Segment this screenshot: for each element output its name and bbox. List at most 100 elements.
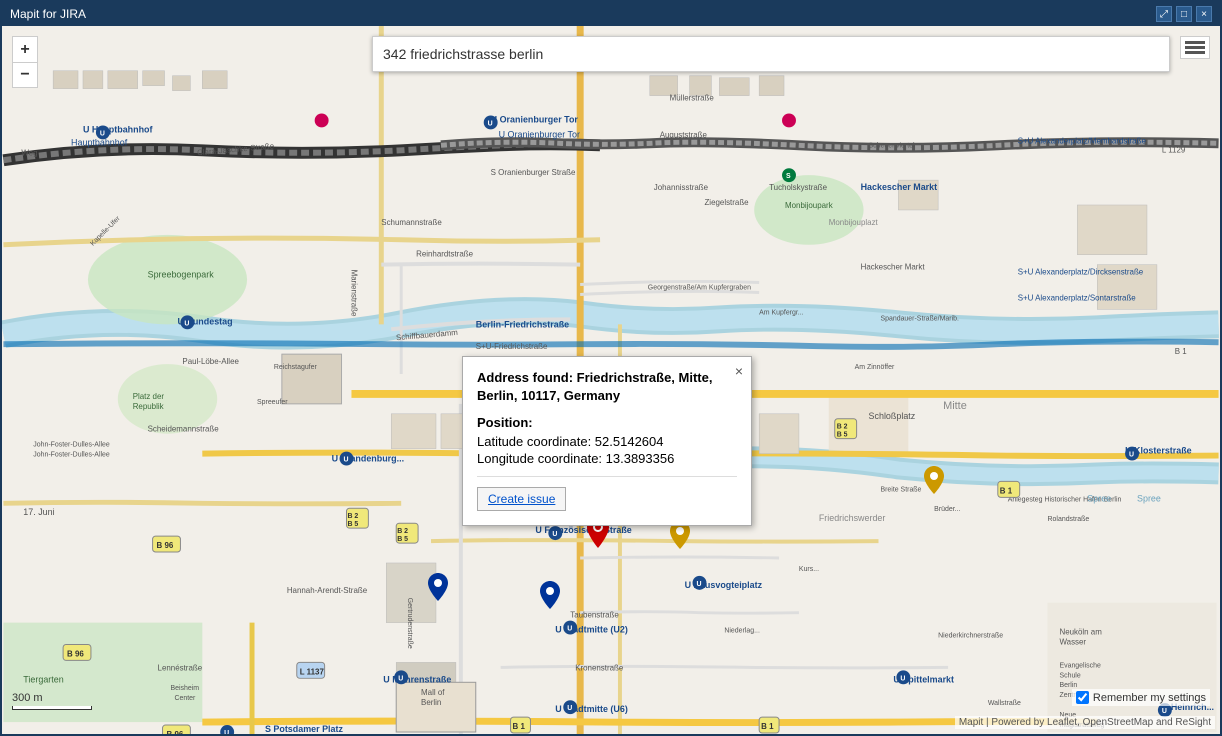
svg-text:U: U [1129,452,1134,459]
svg-text:Hauptbahnhof: Hauptbahnhof [71,137,128,147]
svg-text:Am Kupfergr...: Am Kupfergr... [759,309,804,316]
svg-text:U: U [184,320,189,327]
app-window: Mapit for JIRA ⤢ □ × Spreebogenpark Monb… [0,0,1222,736]
scale-line [12,706,92,710]
svg-text:B 5: B 5 [837,432,848,439]
svg-text:Tucholskystraße: Tucholskystraße [769,183,828,192]
svg-text:U Oranienburger Tor: U Oranienburger Tor [491,114,579,124]
svg-text:Lennéstraße: Lennéstraße [158,663,203,672]
yellow-marker-1[interactable] [924,466,944,497]
title-bar-title: Mapit for JIRA [10,7,86,21]
svg-text:Georgenstraße/Am Kupfergraben: Georgenstraße/Am Kupfergraben [648,285,751,292]
svg-text:Center: Center [174,695,196,702]
svg-text:B 1: B 1 [1000,486,1013,495]
maximize-button[interactable]: □ [1176,6,1192,22]
svg-text:U Oranienburger Tor: U Oranienburger Tor [499,129,580,139]
blue-marker-2[interactable] [540,581,560,612]
svg-text:Spreebogenpark: Spreebogenpark [148,270,215,280]
svg-text:Friedrichswerder: Friedrichswerder [819,513,886,523]
svg-text:U: U [697,581,702,588]
svg-text:Ziegelstraße: Ziegelstraße [704,198,749,207]
zoom-in-button[interactable]: + [12,36,38,62]
layer-icon-line1 [1185,41,1205,44]
svg-text:S Oranienburger Straße: S Oranienburger Straße [491,168,576,177]
svg-text:U Mohrenstraße: U Mohrenstraße [383,674,451,684]
svg-text:B 96: B 96 [67,649,84,658]
svg-text:Paul-Löbe-Allee: Paul-Löbe-Allee [182,357,239,366]
svg-text:S: S [786,173,791,180]
scale-bar: 300 m [12,692,92,710]
svg-text:Reichstagufer: Reichstagufer [274,364,318,371]
create-issue-button[interactable]: Create issue [477,487,566,511]
svg-text:U: U [900,675,905,682]
svg-text:Schumannstraße: Schumannstraße [381,218,442,227]
svg-text:L 1137: L 1137 [300,667,325,676]
svg-text:Kronenstraße: Kronenstraße [575,663,624,672]
svg-text:17. Juni: 17. Juni [23,507,54,517]
svg-text:Spree: Spree [1087,493,1111,503]
search-bar[interactable] [372,36,1170,72]
svg-text:B 1: B 1 [1175,347,1187,356]
svg-text:B 1: B 1 [513,722,526,731]
svg-text:B 2: B 2 [397,528,408,535]
title-bar: Mapit for JIRA ⤢ □ × [2,2,1220,26]
svg-text:Kurs...: Kurs... [799,566,819,573]
svg-text:Friedrichstadt: Friedrichstadt [570,733,619,734]
popup-position-label: Position: [477,415,737,430]
popup-divider [477,476,737,477]
svg-text:L 1129: L 1129 [1162,145,1186,154]
svg-text:Beisheim: Beisheim [170,685,199,692]
svg-text:S+U Alexanderplatz/Sontarstraß: S+U Alexanderplatz/Sontarstraße [1018,293,1137,302]
svg-text:U: U [1162,708,1167,715]
svg-text:U Hauptbahnhof: U Hauptbahnhof [83,124,153,134]
svg-text:Niederlag...: Niederlag... [724,628,760,635]
zoom-out-button[interactable]: − [12,62,38,88]
search-input[interactable] [383,46,1159,62]
svg-text:Müllerstraße: Müllerstraße [670,94,715,103]
svg-text:Evangelische: Evangelische [1059,662,1100,669]
svg-text:B 1: B 1 [761,722,774,731]
svg-text:Schloßplatz: Schloßplatz [869,411,916,421]
svg-text:Auguststraße: Auguststraße [660,130,708,139]
svg-text:B 5: B 5 [347,521,358,528]
popup-lon-coord: Longitude coordinate: 13.3893356 [477,451,737,466]
svg-text:John-Foster-Dulles-Allee: John-Foster-Dulles-Allee [33,442,110,449]
layer-control[interactable] [1180,36,1210,59]
popup-lat-coord: Latitude coordinate: 52.5142604 [477,434,737,449]
svg-text:Republik: Republik [133,402,164,411]
svg-text:U: U [567,626,572,633]
svg-text:B 96: B 96 [157,541,174,550]
svg-text:Hackescher Markt: Hackescher Markt [861,263,926,272]
remember-checkbox[interactable] [1076,691,1089,704]
svg-text:Wallstraße: Wallstraße [988,700,1021,707]
svg-text:Am Zinnöffer: Am Zinnöffer [855,364,895,371]
svg-text:B 2: B 2 [347,513,358,520]
info-popup: × Address found: Friedrichstraße, Mitte,… [462,356,752,526]
svg-text:Berlin: Berlin [421,698,441,707]
layer-icon-line3 [1185,51,1205,54]
svg-text:S+U Alexanderplatz/Dircksenstr: S+U Alexanderplatz/Dircksenstraße [1018,268,1144,277]
svg-text:Weg: Weg [21,148,37,157]
resize-button[interactable]: ⤢ [1156,6,1172,22]
map-container[interactable]: Spreebogenpark Monbijoupark Tiergarten P… [2,26,1220,734]
popup-close-button[interactable]: × [735,363,743,379]
svg-text:B 2: B 2 [837,424,848,431]
layer-icon-line2 [1185,46,1205,49]
remember-settings[interactable]: Remember my settings [1072,689,1210,706]
svg-text:Scheuenviertel: Scheuenviertel [869,142,915,149]
svg-text:U: U [344,457,349,464]
svg-text:U: U [552,531,557,538]
svg-text:Scheidemannstraße: Scheidemannstraße [148,425,220,434]
svg-text:Platz der: Platz der [133,392,165,401]
svg-text:Reinhardtstraße: Reinhardtstraße [416,250,473,259]
popup-address: Address found: Friedrichstraße, Mitte, B… [477,369,737,405]
svg-text:Hannah-Arendt-Straße: Hannah-Arendt-Straße [287,586,368,595]
svg-text:Spandauer-Straße/Marib.: Spandauer-Straße/Marib. [880,315,959,322]
svg-text:Tiergarten: Tiergarten [23,674,63,684]
svg-text:U: U [398,675,403,682]
blue-marker-1[interactable] [428,573,448,604]
svg-text:U: U [488,120,493,127]
svg-text:Johannisstraße: Johannisstraße [654,183,709,192]
svg-text:S+U Alexanderplatz/Memhardstra: S+U Alexanderplatz/Memhardstraße [1018,136,1147,145]
close-button[interactable]: × [1196,6,1212,22]
